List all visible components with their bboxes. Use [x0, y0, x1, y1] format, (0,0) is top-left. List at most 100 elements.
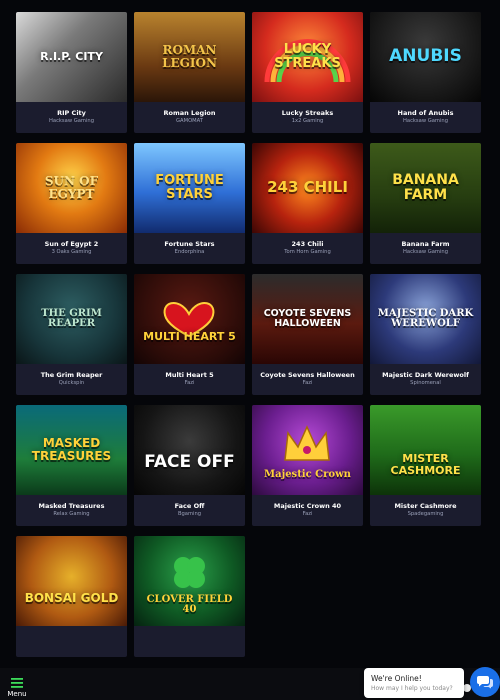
- game-meta: Face Off Bgaming: [134, 495, 245, 526]
- game-provider: Relax Gaming: [53, 510, 90, 517]
- crown-icon: [284, 425, 330, 461]
- game-thumbnail[interactable]: LUCKY STREAKS: [252, 12, 363, 102]
- game-thumbnail[interactable]: BONSAI GOLD: [16, 536, 127, 626]
- game-art-title: CLOVER FIELD 40: [146, 593, 233, 615]
- menu-label: Menu: [7, 690, 27, 698]
- game-name: 243 Chili: [291, 239, 324, 248]
- game-meta: Banana Farm Hacksaw Gaming: [370, 233, 481, 264]
- game-art-title: FORTUNE STARS: [155, 173, 224, 202]
- chat-title: We're Online!: [371, 674, 422, 683]
- game-name: Roman Legion: [163, 108, 216, 117]
- game-art-title: SUN OF EGYPT: [44, 174, 99, 201]
- game-provider: Fazi: [302, 379, 313, 386]
- game-card[interactable]: SUN OF EGYPT Sun of Egypt 2 3 Oaks Gamin…: [16, 143, 127, 264]
- game-thumbnail[interactable]: MISTER CASHMORE: [370, 405, 481, 495]
- game-art-title: THE GRIM REAPER: [41, 307, 102, 329]
- game-art-title: MULTI HEART 5: [143, 330, 236, 344]
- game-thumbnail[interactable]: MAJESTIC DARK WEREWOLF: [370, 274, 481, 364]
- game-name: Mister Cashmore: [394, 501, 457, 510]
- game-name: Sun of Egypt 2: [44, 239, 99, 248]
- game-name: Banana Farm: [401, 239, 450, 248]
- game-art-title: LUCKY STREAKS: [274, 42, 341, 71]
- game-provider: Fazi: [302, 510, 313, 517]
- game-card[interactable]: THE GRIM REAPER The Grim Reaper Quickspi…: [16, 274, 127, 395]
- chat-launcher-button[interactable]: [470, 667, 500, 697]
- chat-subtitle: How may I help you today?: [371, 685, 453, 692]
- game-art-title: MAJESTIC DARK WEREWOLF: [377, 307, 474, 329]
- chat-icon: [477, 676, 493, 689]
- game-provider: 3 Oaks Gaming: [51, 248, 92, 255]
- game-meta: The Grim Reaper Quickspin: [16, 364, 127, 395]
- game-name: Lucky Streaks: [281, 108, 334, 117]
- game-thumbnail[interactable]: R.I.P. CITY: [16, 12, 127, 102]
- game-card[interactable]: FORTUNE STARS Fortune Stars Endorphina: [134, 143, 245, 264]
- game-provider: Fazi: [184, 379, 195, 386]
- game-card[interactable]: BANANA FARM Banana Farm Hacksaw Gaming: [370, 143, 481, 264]
- game-card[interactable]: MAJESTIC DARK WEREWOLF Majestic Dark Wer…: [370, 274, 481, 395]
- game-name: Fortune Stars: [164, 239, 215, 248]
- game-card[interactable]: MASKED TREASURES Masked Treasures Relax …: [16, 405, 127, 526]
- game-meta: Sun of Egypt 2 3 Oaks Gaming: [16, 233, 127, 264]
- game-art-title: FACE OFF: [144, 452, 235, 473]
- game-thumbnail[interactable]: ANUBIS: [370, 12, 481, 102]
- game-provider: Hacksaw Gaming: [403, 117, 448, 124]
- game-thumbnail[interactable]: 243 CHILI: [252, 143, 363, 233]
- game-card[interactable]: R.I.P. CITY RIP City Hacksaw Gaming: [16, 12, 127, 133]
- game-card[interactable]: CLOVER FIELD 40: [134, 536, 245, 657]
- game-card[interactable]: ROMAN LEGION Roman Legion GAMOMAT: [134, 12, 245, 133]
- game-provider: Spadegaming: [407, 510, 444, 517]
- hamburger-menu-icon: [11, 678, 23, 688]
- game-thumbnail[interactable]: BANANA FARM: [370, 143, 481, 233]
- game-art-title: R.I.P. CITY: [40, 50, 103, 64]
- game-thumbnail[interactable]: ROMAN LEGION: [134, 12, 245, 102]
- game-thumbnail[interactable]: MASKED TREASURES: [16, 405, 127, 495]
- game-provider: Hacksaw Gaming: [403, 248, 448, 255]
- game-meta: 243 Chili Tom Horn Gaming: [252, 233, 363, 264]
- game-thumbnail[interactable]: CLOVER FIELD 40: [134, 536, 245, 626]
- game-meta: Coyote Sevens Halloween Fazi: [252, 364, 363, 395]
- game-art-title: BANANA FARM: [392, 172, 459, 203]
- game-thumbnail[interactable]: Majestic Crown: [252, 405, 363, 495]
- game-meta: Majestic Crown 40 Fazi: [252, 495, 363, 526]
- game-name: Coyote Sevens Halloween: [260, 370, 355, 379]
- game-thumbnail[interactable]: SUN OF EGYPT: [16, 143, 127, 233]
- game-art-title: MASKED TREASURES: [31, 436, 112, 463]
- game-card[interactable]: COYOTE SEVENS HALLOWEEN Coyote Sevens Ha…: [252, 274, 363, 395]
- game-art-title: COYOTE SEVENS HALLOWEEN: [263, 308, 352, 329]
- game-card[interactable]: MISTER CASHMORE Mister Cashmore Spadegam…: [370, 405, 481, 526]
- game-meta: [16, 626, 127, 657]
- game-provider: Spinomenal: [410, 379, 441, 386]
- game-art-title: ROMAN LEGION: [162, 43, 217, 70]
- game-meta: Roman Legion GAMOMAT: [134, 102, 245, 133]
- game-card[interactable]: ANUBIS Hand of Anubis Hacksaw Gaming: [370, 12, 481, 133]
- game-thumbnail[interactable]: FACE OFF: [134, 405, 245, 495]
- game-name: RIP City: [57, 108, 86, 117]
- game-card[interactable]: FACE OFF Face Off Bgaming: [134, 405, 245, 526]
- game-card[interactable]: Majestic Crown Majestic Crown 40 Fazi: [252, 405, 363, 526]
- game-meta: RIP City Hacksaw Gaming: [16, 102, 127, 133]
- game-thumbnail[interactable]: MULTI HEART 5: [134, 274, 245, 364]
- game-thumbnail[interactable]: FORTUNE STARS: [134, 143, 245, 233]
- game-meta: Mister Cashmore Spadegaming: [370, 495, 481, 526]
- game-name: Majestic Dark Werewolf: [382, 370, 469, 379]
- game-thumbnail[interactable]: COYOTE SEVENS HALLOWEEN: [252, 274, 363, 364]
- heart-icon: [163, 302, 215, 338]
- game-name: The Grim Reaper: [40, 370, 103, 379]
- menu-button[interactable]: Menu: [6, 670, 28, 698]
- game-provider: 1x2 Gaming: [291, 117, 324, 124]
- game-art-title: BONSAI GOLD: [24, 590, 119, 605]
- game-card[interactable]: LUCKY STREAKS Lucky Streaks 1x2 Gaming: [252, 12, 363, 133]
- game-thumbnail[interactable]: THE GRIM REAPER: [16, 274, 127, 364]
- game-provider: Endorphina: [174, 248, 205, 255]
- game-art-title: 243 CHILI: [267, 178, 348, 197]
- game-meta: Fortune Stars Endorphina: [134, 233, 245, 264]
- game-provider: GAMOMAT: [176, 117, 203, 124]
- game-meta: Lucky Streaks 1x2 Gaming: [252, 102, 363, 133]
- chat-greeting-bubble[interactable]: We're Online! How may I help you today?: [364, 668, 464, 698]
- game-card[interactable]: BONSAI GOLD: [16, 536, 127, 657]
- game-card[interactable]: MULTI HEART 5 Multi Heart 5 Fazi: [134, 274, 245, 395]
- game-meta: Hand of Anubis Hacksaw Gaming: [370, 102, 481, 133]
- game-meta: [134, 626, 245, 657]
- game-card[interactable]: 243 CHILI 243 Chili Tom Horn Gaming: [252, 143, 363, 264]
- game-name: Hand of Anubis: [397, 108, 454, 117]
